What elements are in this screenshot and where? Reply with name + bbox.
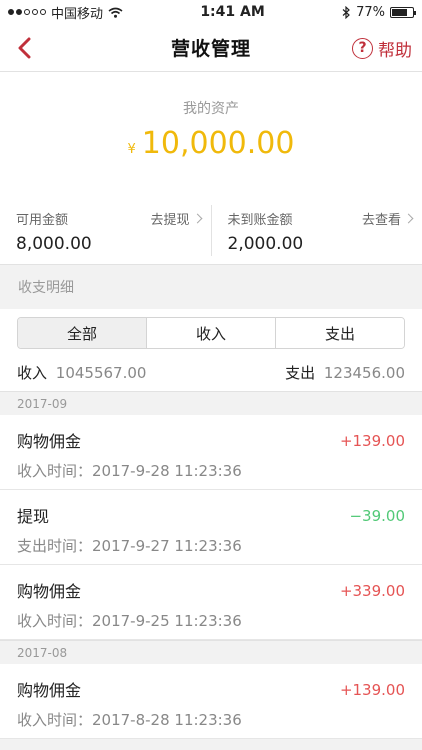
currency-symbol: ¥ bbox=[127, 142, 136, 157]
month-header: 2017-08 bbox=[0, 640, 422, 664]
filter-tabs: 全部 收入 支出 bbox=[0, 309, 422, 359]
income-total-value: 1045567.00 bbox=[55, 363, 147, 382]
transaction-time: 支出时间：2017-9-27 11:23:36 bbox=[17, 537, 242, 555]
carrier-label: 中国移动 bbox=[51, 6, 104, 22]
asset-label: 我的资产 bbox=[183, 101, 239, 117]
transaction-list: 2017-09 购物佣金 收入时间：2017-9-28 11:23:36 +13… bbox=[0, 391, 422, 739]
transaction-title: 提现 bbox=[17, 507, 50, 526]
tab-expense[interactable]: 支出 bbox=[275, 318, 404, 348]
signal-strength-icon bbox=[8, 9, 46, 15]
income-total: 收入 1045567.00 bbox=[17, 362, 146, 383]
pending-balance: 未到账金额 2,000.00 去查看 bbox=[210, 205, 422, 256]
view-pending-label: 去查看 bbox=[361, 213, 401, 228]
transaction-amount: −39.00 bbox=[349, 507, 405, 525]
battery-percent: 77% bbox=[356, 4, 385, 20]
tab-all[interactable]: 全部 bbox=[18, 318, 146, 348]
transaction-row[interactable]: 购物佣金 收入时间：2017-8-28 11:23:36 +139.00 bbox=[0, 664, 422, 739]
pending-value: 2,000.00 bbox=[227, 234, 304, 254]
nav-bar: 营收管理 ? 帮助 bbox=[0, 24, 422, 72]
transaction-amount: +139.00 bbox=[339, 432, 405, 450]
month-header: 2017-09 bbox=[0, 391, 422, 415]
details-section-title: 收支明细 bbox=[18, 280, 74, 296]
battery-fill bbox=[391, 8, 408, 16]
totals-row: 收入 1045567.00 支出 123456.00 bbox=[0, 359, 422, 391]
transaction-time: 收入时间：2017-9-25 11:23:36 bbox=[17, 612, 242, 630]
transaction-time: 收入时间：2017-9-28 11:23:36 bbox=[17, 462, 242, 480]
view-pending-link[interactable]: 去查看 bbox=[361, 209, 414, 228]
expense-total-value: 123456.00 bbox=[323, 363, 405, 382]
battery-icon bbox=[389, 6, 416, 18]
expense-total-label: 支出 bbox=[285, 363, 316, 382]
back-button[interactable] bbox=[6, 30, 42, 66]
question-icon: ? bbox=[352, 37, 373, 59]
asset-value: 10,000.00 bbox=[141, 126, 295, 161]
screen: 中国移动 1:41 AM 77% 营收管理 ? 帮助 我的资产 ¥ 10,000… bbox=[0, 0, 422, 750]
balance-row: 可用金额 8,000.00 去提现 未到账金额 2,000.00 去查看 bbox=[0, 197, 422, 265]
transaction-row[interactable]: 提现 支出时间：2017-9-27 11:23:36 −39.00 bbox=[0, 490, 422, 565]
chevron-right-icon bbox=[192, 213, 202, 224]
available-balance: 可用金额 8,000.00 去提现 bbox=[0, 197, 211, 264]
transaction-time: 收入时间：2017-8-28 11:23:36 bbox=[17, 711, 242, 729]
available-value: 8,000.00 bbox=[16, 234, 92, 254]
help-label: 帮助 bbox=[378, 40, 412, 61]
chevron-right-icon bbox=[403, 213, 414, 224]
transaction-amount: +139.00 bbox=[339, 681, 405, 699]
tab-income[interactable]: 收入 bbox=[146, 318, 275, 348]
withdraw-link-label: 去提现 bbox=[150, 213, 190, 228]
help-button[interactable]: ? 帮助 bbox=[352, 24, 412, 72]
asset-amount: ¥ 10,000.00 bbox=[0, 126, 422, 161]
page-title: 营收管理 bbox=[170, 38, 251, 60]
withdraw-link[interactable]: 去提现 bbox=[150, 209, 202, 228]
bluetooth-icon bbox=[342, 5, 350, 19]
transaction-row[interactable]: 购物佣金 收入时间：2017-9-25 11:23:36 +339.00 bbox=[0, 565, 422, 640]
status-bar: 中国移动 1:41 AM 77% bbox=[0, 0, 422, 24]
income-total-label: 收入 bbox=[17, 363, 48, 382]
chevron-left-icon bbox=[18, 37, 31, 59]
expense-total: 支出 123456.00 bbox=[285, 362, 405, 383]
wifi-icon bbox=[108, 7, 123, 18]
transaction-row[interactable]: 购物佣金 收入时间：2017-9-28 11:23:36 +139.00 bbox=[0, 415, 422, 490]
clock: 1:41 AM bbox=[200, 4, 265, 20]
transaction-amount: +339.00 bbox=[339, 582, 405, 600]
asset-panel: 我的资产 ¥ 10,000.00 bbox=[0, 72, 422, 197]
